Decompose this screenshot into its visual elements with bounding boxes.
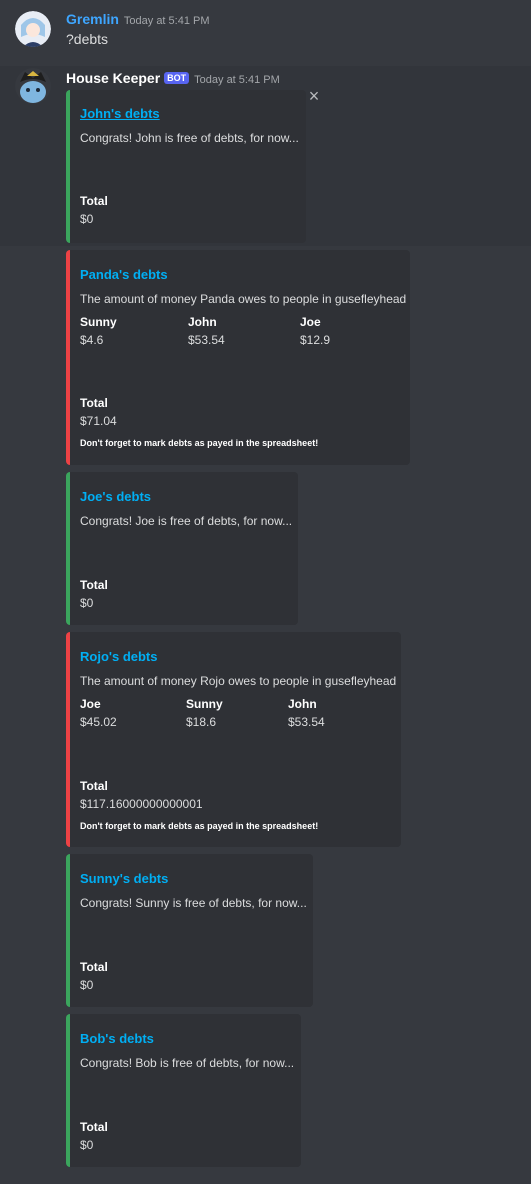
embed-title[interactable]: Joe's debts bbox=[80, 489, 151, 504]
house-keeper-avatar[interactable] bbox=[15, 68, 51, 104]
field-name: Sunny bbox=[186, 697, 223, 711]
total-label: Total bbox=[80, 396, 108, 410]
timestamp: Today at 5:41 PM bbox=[194, 74, 280, 86]
total-value: $117.16000000000001 bbox=[80, 797, 203, 811]
embed-description: The amount of money Rojo owes to people … bbox=[80, 674, 397, 688]
message-header: Gremlin Today at 5:41 PM bbox=[66, 11, 210, 29]
embed-title[interactable]: Panda's debts bbox=[80, 267, 168, 282]
bot-tag: BOT bbox=[164, 72, 190, 84]
total-label: Total bbox=[80, 1120, 108, 1134]
total-label: Total bbox=[80, 779, 108, 793]
message-text: ?debts bbox=[66, 31, 109, 47]
field-value: $12.9 bbox=[300, 333, 331, 347]
field-name: Sunny bbox=[80, 315, 117, 329]
embed-description: Congrats! John is free of debts, for now… bbox=[80, 131, 299, 145]
total-value: $0 bbox=[80, 978, 94, 992]
embed-bob: Bob's debts Congrats! Bob is free of deb… bbox=[66, 1014, 301, 1167]
embed-description: The amount of money Panda owes to people… bbox=[80, 292, 407, 306]
total-value: $0 bbox=[80, 596, 94, 610]
field-value: $53.54 bbox=[288, 715, 325, 729]
message-gremlin: Gremlin Today at 5:41 PM ?debts bbox=[0, 0, 531, 62]
field-value: $18.6 bbox=[186, 715, 217, 729]
gremlin-avatar[interactable] bbox=[15, 11, 51, 47]
embed-description: Congrats! Sunny is free of debts, for no… bbox=[80, 896, 307, 910]
field-name: Joe bbox=[300, 315, 321, 329]
field-value: $45.02 bbox=[80, 715, 117, 729]
field-name: John bbox=[188, 315, 217, 329]
embed-john: John's debts Congrats! John is free of d… bbox=[66, 90, 306, 243]
embed-rojo: Rojo's debts The amount of money Rojo ow… bbox=[66, 632, 401, 847]
username[interactable]: Gremlin bbox=[66, 11, 119, 27]
total-value: $0 bbox=[80, 1138, 94, 1152]
embed-title[interactable]: Rojo's debts bbox=[80, 649, 158, 664]
embed-title[interactable]: Sunny's debts bbox=[80, 871, 168, 886]
username[interactable]: House Keeper bbox=[66, 70, 160, 86]
embed-description: Congrats! Joe is free of debts, for now.… bbox=[80, 514, 293, 528]
chat-page: Gremlin Today at 5:41 PM ?debts House Kee… bbox=[0, 0, 531, 1184]
total-label: Total bbox=[80, 960, 108, 974]
total-label: Total bbox=[80, 578, 108, 592]
total-value: $0 bbox=[80, 212, 94, 226]
message-house-keeper: House Keeper BOT Today at 5:41 PM × John's… bbox=[0, 62, 531, 1184]
embed-title[interactable]: Bob's debts bbox=[80, 1031, 154, 1046]
close-icon[interactable]: × bbox=[306, 87, 322, 105]
total-label: Total bbox=[80, 194, 108, 208]
field-name: Joe bbox=[80, 697, 101, 711]
field-name: John bbox=[288, 697, 317, 711]
field-value: $53.54 bbox=[188, 333, 225, 347]
embed-description: Congrats! Bob is free of debts, for now.… bbox=[80, 1056, 295, 1070]
message-header: House Keeper BOT Today at 5:41 PM bbox=[66, 70, 280, 88]
embed-footer: Don't forget to mark debts as payed in t… bbox=[80, 821, 319, 831]
embed-panda: Panda's debts The amount of money Panda … bbox=[66, 250, 410, 465]
embed-title[interactable]: John's debts bbox=[80, 106, 160, 121]
embed-sunny: Sunny's debts Congrats! Sunny is free of… bbox=[66, 854, 313, 1007]
total-value: $71.04 bbox=[80, 414, 117, 428]
embed-joe: Joe's debts Congrats! Joe is free of deb… bbox=[66, 472, 298, 625]
embed-footer: Don't forget to mark debts as payed in t… bbox=[80, 438, 319, 448]
timestamp: Today at 5:41 PM bbox=[123, 15, 210, 27]
field-value: $4.6 bbox=[80, 333, 104, 347]
